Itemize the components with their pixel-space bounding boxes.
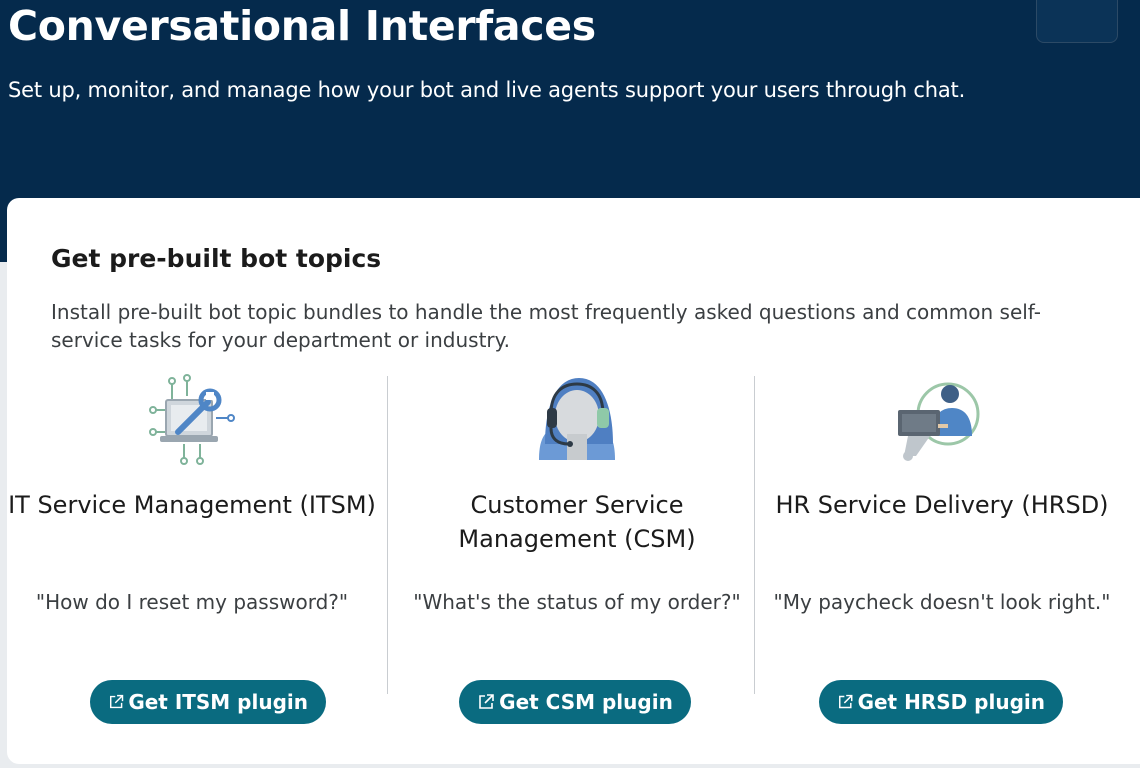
button-label: Get CSM plugin bbox=[499, 690, 673, 714]
external-link-icon bbox=[839, 694, 853, 709]
button-label: Get ITSM plugin bbox=[128, 690, 308, 714]
plugin-example-quote: "My paycheck doesn't look right." bbox=[773, 590, 1111, 614]
plugin-example-quote: "What's the status of my order?" bbox=[413, 590, 741, 614]
page-title: Conversational Interfaces bbox=[8, 2, 596, 50]
plugin-title: Customer Service Management (CSM) bbox=[458, 491, 696, 553]
card-title: Get pre-built bot topics bbox=[51, 244, 382, 273]
itsm-laptop-wrench-icon bbox=[149, 374, 235, 465]
external-link-icon bbox=[109, 694, 124, 709]
plugin-column-csm: Customer Service Management (CSM) "What'… bbox=[392, 374, 762, 734]
page: Conversational Interfaces Set up, monito… bbox=[0, 0, 1140, 768]
card-description: Install pre-built bot topic bundles to h… bbox=[51, 300, 1041, 352]
csm-headset-agent-icon bbox=[539, 378, 615, 460]
page-subtitle: Set up, monitor, and manage how your bot… bbox=[8, 78, 966, 102]
get-hrsd-plugin-button[interactable]: Get HRSD plugin bbox=[819, 680, 1063, 724]
hrsd-person-laptop-icon bbox=[898, 382, 980, 461]
external-link-icon bbox=[479, 694, 494, 709]
column-divider bbox=[387, 376, 388, 694]
plugin-title: IT Service Management (ITSM) bbox=[8, 491, 376, 519]
plugin-column-itsm: IT Service Management (ITSM) "How do I r… bbox=[7, 374, 377, 734]
bot-topics-card: Get pre-built bot topics Install pre-bui… bbox=[7, 198, 1140, 764]
header-action-button[interactable] bbox=[1036, 0, 1118, 43]
column-divider bbox=[754, 376, 755, 694]
get-itsm-plugin-button[interactable]: Get ITSM plugin bbox=[90, 680, 326, 724]
plugin-example-quote: "How do I reset my password?" bbox=[35, 590, 349, 614]
plugin-title: HR Service Delivery (HRSD) bbox=[775, 491, 1109, 519]
plugin-column-hrsd: HR Service Delivery (HRSD) "My paycheck … bbox=[757, 374, 1127, 734]
button-label: Get HRSD plugin bbox=[857, 690, 1045, 714]
get-csm-plugin-button[interactable]: Get CSM plugin bbox=[459, 680, 691, 724]
